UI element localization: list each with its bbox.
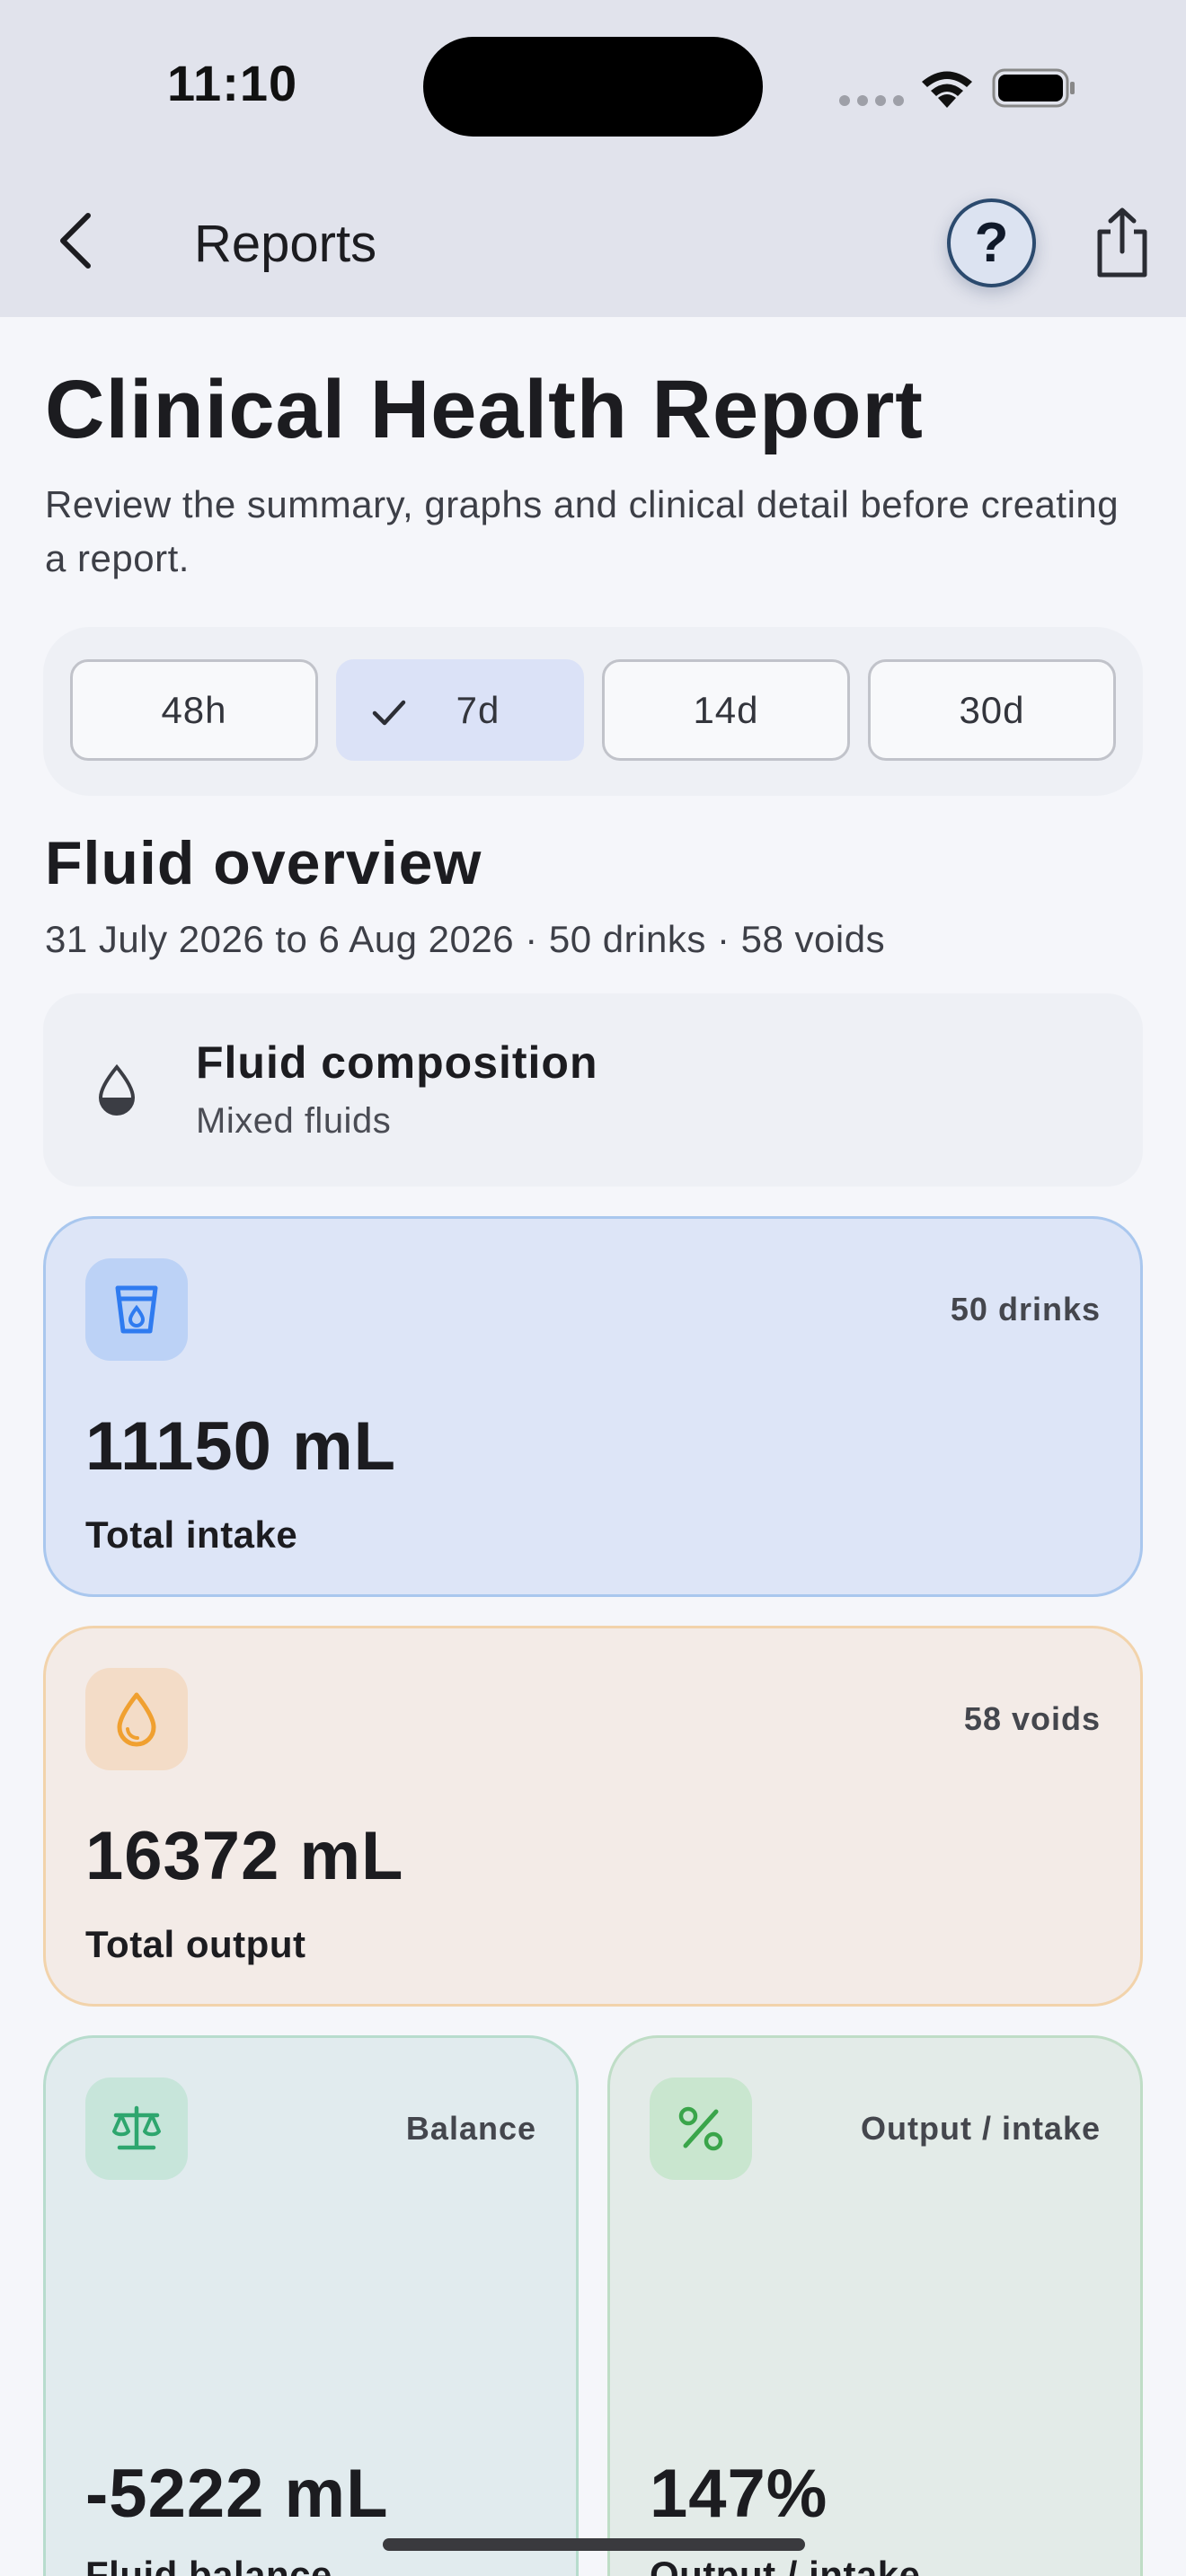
top-bar: 11:10 Reports ? <box>0 0 1186 317</box>
total-intake-value: 11150 mL <box>85 1408 397 1485</box>
share-button[interactable] <box>1091 205 1154 280</box>
wifi-icon <box>922 71 972 108</box>
page-title: Clinical Health Report <box>45 364 924 455</box>
total-output-label: Total output <box>85 1923 306 1965</box>
total-intake-card[interactable]: 50 drinks 11150 mL Total intake <box>43 1216 1143 1597</box>
battery-icon <box>992 68 1075 108</box>
percent-icon <box>650 2078 752 2180</box>
output-intake-label: Output / intake <box>650 2554 921 2576</box>
output-intake-value: 147% <box>650 2456 828 2532</box>
range-option-30d[interactable]: 30d <box>868 659 1116 761</box>
scale-icon <box>85 2078 188 2180</box>
balance-badge: Balance <box>405 2110 536 2147</box>
range-option-7d[interactable]: 7d <box>336 659 584 761</box>
fluid-balance-label: Fluid balance <box>85 2554 332 2576</box>
range-selector: 48h 7d 14d 30d <box>43 627 1143 796</box>
drinks-count-badge: 50 drinks <box>950 1291 1101 1328</box>
output-intake-badge: Output / intake <box>861 2110 1101 2147</box>
output-intake-ratio-card[interactable]: Output / intake 147% Output / intake <box>607 2035 1143 2576</box>
dynamic-island <box>423 37 763 137</box>
help-button[interactable]: ? <box>947 198 1036 287</box>
range-option-48h[interactable]: 48h <box>70 659 318 761</box>
total-intake-label: Total intake <box>85 1513 298 1556</box>
back-button[interactable] <box>47 203 104 278</box>
question-mark-icon: ? <box>974 212 1009 274</box>
total-output-card[interactable]: 58 voids 16372 mL Total output <box>43 1626 1143 2007</box>
page-subtitle: Review the summary, graphs and clinical … <box>45 483 1120 579</box>
total-output-value: 16372 mL <box>85 1818 404 1894</box>
fluid-balance-card[interactable]: Balance -5222 mL Fluid balance <box>43 2035 579 2576</box>
home-indicator[interactable] <box>383 2538 805 2551</box>
overview-summary: 31 July 2026 to 6 Aug 2026 · 50 drinks ·… <box>45 918 886 960</box>
cellular-signal-icon <box>839 95 904 106</box>
fluid-balance-value: -5222 mL <box>85 2456 389 2532</box>
composition-title: Fluid composition <box>196 1037 598 1088</box>
section-title: Fluid overview <box>45 829 482 897</box>
cup-icon <box>85 1258 188 1361</box>
nav-title: Reports <box>194 215 377 273</box>
composition-value: Mixed fluids <box>196 1101 392 1141</box>
drop-icon <box>85 1668 188 1770</box>
status-time: 11:10 <box>167 55 298 111</box>
voids-count-badge: 58 voids <box>963 1700 1101 1737</box>
checkmark-icon <box>372 700 406 726</box>
range-option-14d[interactable]: 14d <box>602 659 850 761</box>
drop-half-icon <box>98 1063 136 1116</box>
chevron-left-icon <box>60 213 91 269</box>
fluid-composition-row[interactable]: Fluid composition Mixed fluids <box>43 993 1143 1187</box>
